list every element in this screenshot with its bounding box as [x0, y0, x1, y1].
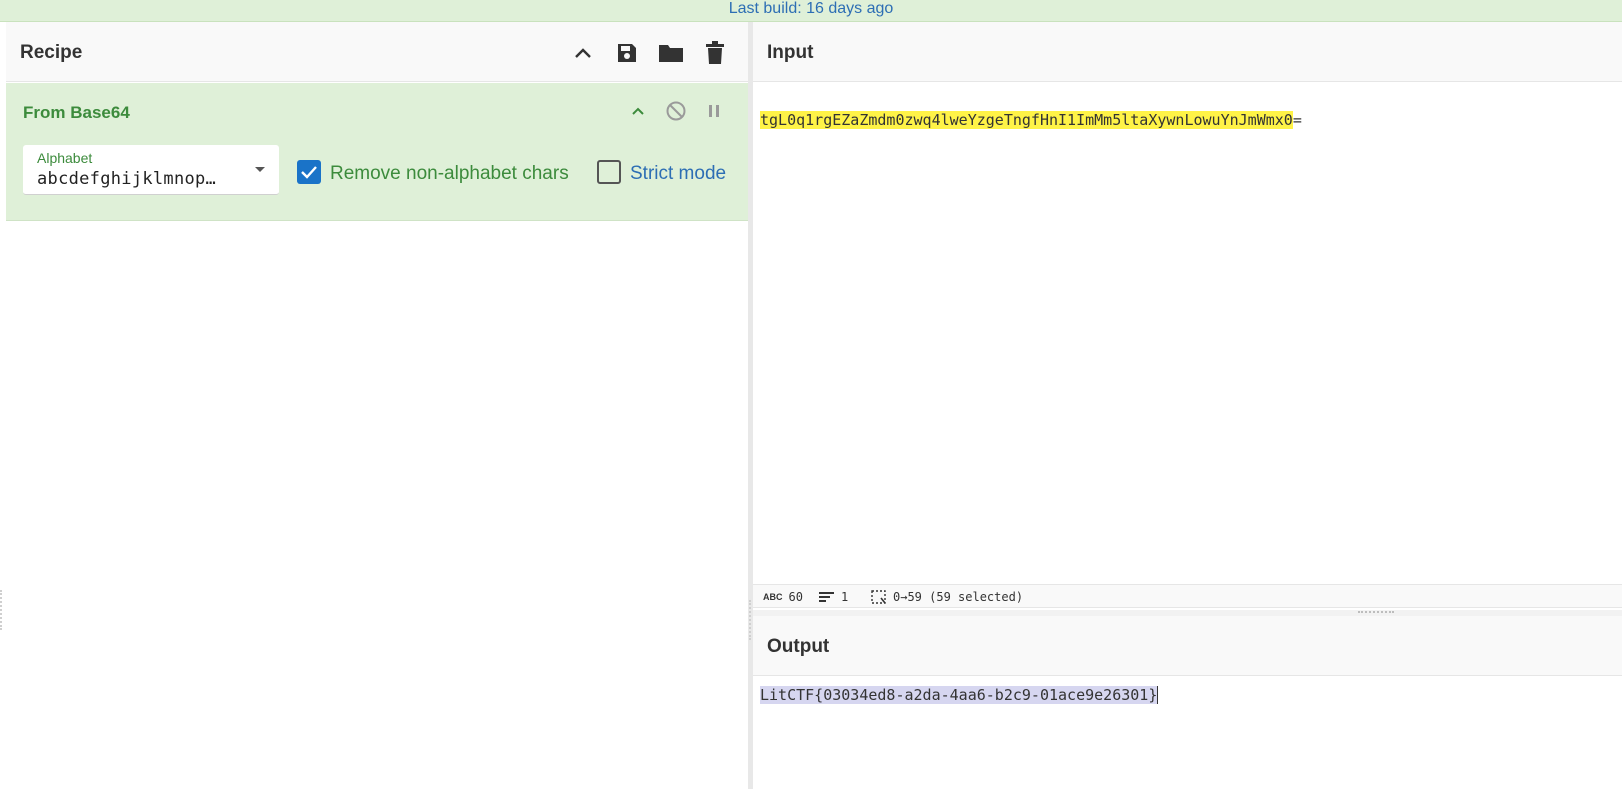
alphabet-label: Alphabet [37, 150, 93, 166]
io-panes: Input tgL0q1rgEZaZmdm0zwq4lweYzgeTngfHnI… [753, 22, 1622, 789]
recipe-pane: Recipe From Base64 Alphabet abcdefghijkl… [6, 22, 748, 789]
input-status-bar: ABC 60 1 0→59 (59 selected) [753, 584, 1622, 608]
input-title: Input [767, 42, 814, 63]
lines-stat: 1 [819, 590, 848, 604]
strict-mode-label[interactable]: Strict mode [630, 163, 726, 185]
operation-from-base64[interactable]: From Base64 Alphabet abcdefghijklmnop… R… [6, 83, 748, 221]
trash-icon[interactable] [700, 38, 730, 68]
lines-icon [819, 592, 834, 602]
output-textarea[interactable]: LitCTF{03034ed8-a2da-4aa6-b2c9-01ace9e26… [753, 676, 1622, 789]
selection-icon [871, 590, 886, 604]
remove-non-alphabet-checkbox[interactable] [297, 160, 321, 184]
pause-icon[interactable] [702, 99, 726, 123]
chevron-up-icon[interactable] [626, 99, 650, 123]
output-title: Output [767, 636, 830, 657]
output-text: LitCTF{03034ed8-a2da-4aa6-b2c9-01ace9e26… [760, 686, 1159, 704]
input-text: tgL0q1rgEZaZmdm0zwq4lweYzgeTngfHnI1ImMm5… [760, 111, 1302, 129]
caret-down-icon[interactable] [255, 167, 265, 172]
alphabet-value: abcdefghijklmnop… [37, 169, 217, 189]
folder-icon[interactable] [656, 38, 686, 68]
length-stat: ABC 60 [763, 590, 803, 604]
output-header: Output [753, 616, 1622, 676]
remove-non-alphabet-label[interactable]: Remove non-alphabet chars [330, 163, 569, 185]
save-icon[interactable] [612, 38, 642, 68]
input-header: Input [753, 22, 1622, 82]
alphabet-select[interactable]: Alphabet abcdefghijklmnop… [23, 145, 279, 195]
checkmark-icon [301, 166, 317, 179]
disable-icon[interactable] [664, 99, 688, 123]
operation-title: From Base64 [23, 103, 130, 122]
output-selected-text: LitCTF{03034ed8-a2da-4aa6-b2c9-01ace9e26… [760, 686, 1158, 704]
length-value: 60 [788, 590, 803, 604]
chevron-up-icon[interactable] [568, 38, 598, 68]
resize-handle-left[interactable] [0, 590, 3, 630]
recipe-header: Recipe [6, 22, 748, 82]
input-selected-text: tgL0q1rgEZaZmdm0zwq4lweYzgeTngfHnI1ImMm5… [760, 111, 1293, 129]
build-banner: Last build: 16 days ago [0, 0, 1622, 22]
selection-value: 0→59 (59 selected) [893, 590, 1024, 604]
lines-value: 1 [841, 590, 849, 604]
text-cursor [1157, 686, 1159, 704]
output-pane: Output LitCTF{03034ed8-a2da-4aa6-b2c9-01… [753, 616, 1622, 789]
strict-mode-checkbox[interactable] [597, 160, 621, 184]
abc-icon: ABC [763, 592, 783, 602]
recipe-title: Recipe [20, 42, 83, 63]
build-banner-text: Last build: 16 days ago [728, 0, 894, 17]
selection-stat: 0→59 (59 selected) [871, 590, 1023, 604]
grip-dots-icon [1358, 611, 1394, 614]
input-textarea[interactable]: tgL0q1rgEZaZmdm0zwq4lweYzgeTngfHnI1ImMm5… [753, 82, 1622, 584]
input-rest-text: = [1292, 111, 1302, 129]
resize-handle-middle[interactable] [749, 600, 752, 640]
